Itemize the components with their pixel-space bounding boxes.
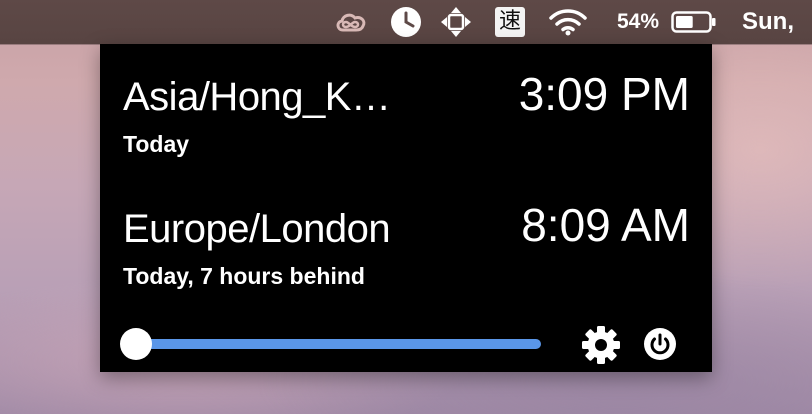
- timezone-time: 8:09 AM: [521, 199, 690, 251]
- input-method-icon[interactable]: 速: [492, 0, 528, 44]
- power-icon: [644, 328, 676, 360]
- timezone-day-offset: Today, 7 hours behind: [123, 263, 365, 289]
- timezone-day-offset: Today: [123, 131, 190, 157]
- menu-bar: 速 54% Sun,: [0, 0, 812, 44]
- battery-percentage[interactable]: 54%: [610, 0, 666, 44]
- world-clock-popover: Asia/Hong_K… 3:09 PM Today Europe/London…: [100, 44, 712, 372]
- time-offset-slider[interactable]: [133, 339, 541, 349]
- settings-button[interactable]: [580, 324, 622, 366]
- gear-icon: [582, 326, 620, 364]
- timezone-name: Asia/Hong_K…: [123, 75, 391, 119]
- slider-thumb[interactable]: [120, 328, 152, 360]
- timezone-name: Europe/London: [123, 207, 391, 251]
- move-arrows-icon[interactable]: [436, 0, 476, 44]
- battery-icon[interactable]: [668, 0, 720, 44]
- menubar-clock[interactable]: Sun,: [742, 0, 812, 44]
- input-method-label: 速: [495, 7, 525, 37]
- timezone-time: 3:09 PM: [518, 68, 690, 120]
- creative-cloud-icon[interactable]: [330, 0, 372, 44]
- clock-icon[interactable]: [386, 0, 426, 44]
- quit-button[interactable]: [642, 326, 678, 362]
- wifi-icon[interactable]: [546, 0, 590, 44]
